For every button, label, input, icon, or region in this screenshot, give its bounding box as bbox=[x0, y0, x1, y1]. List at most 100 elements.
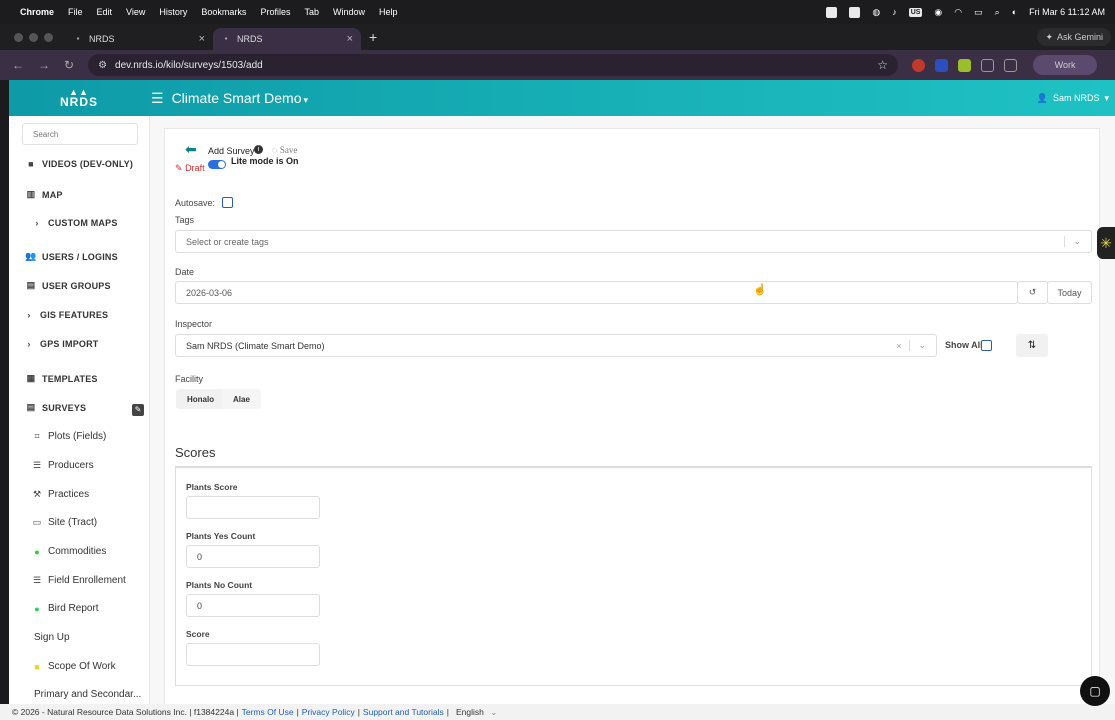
logo-mark: ▲▲ NRDS bbox=[60, 88, 98, 109]
clear-icon[interactable]: × bbox=[896, 341, 901, 351]
split-view-icon[interactable] bbox=[1004, 58, 1018, 72]
address-bar[interactable]: ⚙ dev.nrds.io/kilo/surveys/1503/add ☆ bbox=[88, 54, 899, 76]
sidebar-item-label: Producers bbox=[48, 460, 94, 471]
close-window-icon[interactable] bbox=[14, 32, 23, 42]
plants-yes-count-input[interactable]: 0 bbox=[186, 545, 320, 568]
menu-profiles[interactable]: Profiles bbox=[260, 7, 290, 17]
sidebar-item-site[interactable]: ▭ Site (Tract) bbox=[31, 517, 97, 528]
sidebar-item-scope-of-work[interactable]: ■ Scope Of Work bbox=[31, 661, 115, 672]
battery-icon[interactable]: ▭ bbox=[974, 7, 983, 18]
sidebar-item-gps-import[interactable]: › GPS IMPORT bbox=[23, 339, 99, 349]
menu-window[interactable]: Window bbox=[333, 7, 365, 17]
sort-button[interactable]: ⇅ bbox=[1016, 334, 1048, 357]
close-tab-icon[interactable]: × bbox=[347, 33, 353, 45]
browser-tab-1[interactable]: ▪ NRDS × bbox=[65, 28, 213, 50]
menu-chrome[interactable]: Chrome bbox=[20, 7, 54, 17]
info-icon[interactable]: i bbox=[254, 145, 263, 154]
assistant-sparkle-tab[interactable]: ✳ bbox=[1097, 227, 1115, 259]
sidebar-item-bird-report[interactable]: ● Bird Report bbox=[31, 603, 98, 614]
menubar-datetime[interactable]: Fri Mar 6 11:12 AM bbox=[1029, 7, 1105, 17]
chevron-down-icon[interactable]: ⌄ bbox=[1064, 236, 1081, 247]
focus-icon[interactable]: ◉ bbox=[934, 7, 942, 18]
sound-icon[interactable]: ♪ bbox=[892, 7, 897, 17]
menu-edit[interactable]: Edit bbox=[97, 7, 113, 17]
chevron-down-icon[interactable]: ⌄ bbox=[909, 340, 926, 351]
edit-surveys-icon[interactable]: ✎ bbox=[132, 404, 144, 416]
main-content: ⬅ Add Survey i ◌ Save Lite mode is On ✎ … bbox=[150, 116, 1115, 704]
keyboard-input-badge[interactable]: US bbox=[908, 7, 923, 17]
extension-red-icon[interactable] bbox=[912, 58, 926, 72]
extensions-puzzle-icon[interactable] bbox=[981, 58, 995, 72]
control-center-icon[interactable]: ◐ bbox=[1012, 7, 1017, 17]
lite-mode-toggle[interactable] bbox=[208, 160, 226, 169]
globe-icon[interactable]: ◍ bbox=[872, 7, 880, 18]
inspector-select[interactable]: Sam NRDS (Climate Smart Demo) × ⌄ bbox=[175, 334, 937, 357]
profile-work-button[interactable]: Work bbox=[1033, 55, 1098, 75]
sidebar-item-plots[interactable]: ⌗ Plots (Fields) bbox=[31, 431, 106, 442]
sidebar-item-commodities[interactable]: ● Commodities bbox=[31, 546, 106, 557]
privacy-policy-link[interactable]: Privacy Policy bbox=[302, 707, 355, 717]
facility-option-honalo[interactable]: Honalo bbox=[176, 389, 226, 409]
plants-no-count-input[interactable]: 0 bbox=[186, 594, 320, 617]
sidebar-item-videos[interactable]: ■ VIDEOS (DEV-ONLY) bbox=[25, 159, 133, 169]
extension-green-icon[interactable] bbox=[958, 58, 972, 72]
reload-icon[interactable]: ↻ bbox=[64, 58, 74, 72]
ask-gemini-button[interactable]: ✦ Ask Gemini bbox=[1037, 28, 1111, 46]
tags-select[interactable]: Select or create tags ⌄ bbox=[175, 230, 1092, 253]
sidebar-item-templates[interactable]: ▦ TEMPLATES bbox=[25, 373, 98, 384]
sidebar-item-surveys[interactable]: ▤ SURVEYS bbox=[25, 402, 86, 413]
sidebar-item-primary-secondary[interactable]: Primary and Secondar... bbox=[34, 689, 141, 700]
address-url[interactable]: dev.nrds.io/kilo/surveys/1503/add bbox=[115, 60, 263, 71]
sidebar-item-sign-up[interactable]: Sign Up bbox=[34, 632, 70, 643]
back-arrow-icon[interactable]: ← bbox=[12, 58, 24, 72]
project-selector[interactable]: Climate Smart Demo ▾ bbox=[172, 90, 308, 106]
wifi-icon[interactable]: ◠ bbox=[954, 7, 962, 18]
menu-file[interactable]: File bbox=[68, 7, 83, 17]
sidebar-item-field-enrollement[interactable]: ☰ Field Enrollement bbox=[31, 575, 126, 586]
caret-down-icon: ▾ bbox=[1104, 92, 1109, 103]
reset-date-button[interactable]: ↺ bbox=[1017, 281, 1048, 304]
sidebar-item-practices[interactable]: ⚒ Practices bbox=[31, 489, 89, 500]
nrds-logo[interactable]: ▲▲ NRDS bbox=[9, 88, 149, 109]
menu-history[interactable]: History bbox=[159, 7, 187, 17]
score-input[interactable] bbox=[186, 643, 320, 666]
facility-option-alae[interactable]: Alae bbox=[222, 389, 261, 409]
sidebar-item-user-groups[interactable]: ▤ USER GROUPS bbox=[25, 280, 111, 291]
today-button[interactable]: Today bbox=[1047, 281, 1092, 304]
extension-blue-icon[interactable] bbox=[935, 58, 949, 72]
chat-support-button[interactable]: ▢ bbox=[1080, 676, 1110, 706]
menu-bookmarks[interactable]: Bookmarks bbox=[201, 7, 246, 17]
browser-tab-2[interactable]: ▪ NRDS × bbox=[213, 28, 361, 50]
sidebar-item-users[interactable]: 👥 USERS / LOGINS bbox=[25, 251, 118, 262]
sidebar-item-map[interactable]: ▥ MAP bbox=[25, 189, 63, 200]
autosave-checkbox[interactable] bbox=[222, 197, 233, 208]
bookmark-star-icon[interactable]: ☆ bbox=[877, 58, 888, 72]
plants-score-input[interactable] bbox=[186, 496, 320, 519]
sidebar-item-custom-maps[interactable]: › CUSTOM MAPS bbox=[31, 218, 118, 228]
menu-tab[interactable]: Tab bbox=[304, 7, 319, 17]
status-app-icon[interactable] bbox=[826, 6, 838, 18]
close-tab-icon[interactable]: × bbox=[199, 33, 205, 45]
zoom-window-icon[interactable] bbox=[44, 32, 53, 42]
sidebar-search-input[interactable] bbox=[22, 123, 138, 145]
hamburger-menu-icon[interactable]: ☰ bbox=[151, 90, 164, 107]
terms-of-use-link[interactable]: Terms Of Use bbox=[242, 707, 294, 717]
sidebar-item-gis-features[interactable]: › GIS FEATURES bbox=[23, 310, 108, 320]
support-tutorials-link[interactable]: Support and Tutorials bbox=[363, 707, 444, 717]
language-selector[interactable]: English ⌄ bbox=[456, 707, 497, 718]
show-all-checkbox[interactable] bbox=[981, 340, 992, 351]
menu-help[interactable]: Help bbox=[379, 7, 398, 17]
spotlight-search-icon[interactable]: ⌕ bbox=[995, 7, 1000, 18]
save-button[interactable]: ◌ Save bbox=[272, 145, 297, 155]
date-input[interactable]: 2026-03-06 bbox=[175, 281, 1018, 304]
user-menu[interactable]: 👤 Sam NRDS ▾ bbox=[1037, 93, 1109, 104]
sidebar-item-producers[interactable]: ☰ Producers bbox=[31, 460, 94, 471]
dropbox-icon[interactable] bbox=[849, 6, 861, 18]
forward-arrow-icon[interactable]: → bbox=[38, 58, 50, 72]
menu-view[interactable]: View bbox=[126, 7, 145, 17]
site-info-icon[interactable]: ⚙ bbox=[98, 60, 107, 71]
back-arrow-icon[interactable]: ⬅ bbox=[185, 141, 197, 158]
new-tab-icon[interactable]: + bbox=[369, 29, 377, 45]
plants-no-count-value: 0 bbox=[197, 600, 203, 611]
minimize-window-icon[interactable] bbox=[29, 32, 38, 42]
